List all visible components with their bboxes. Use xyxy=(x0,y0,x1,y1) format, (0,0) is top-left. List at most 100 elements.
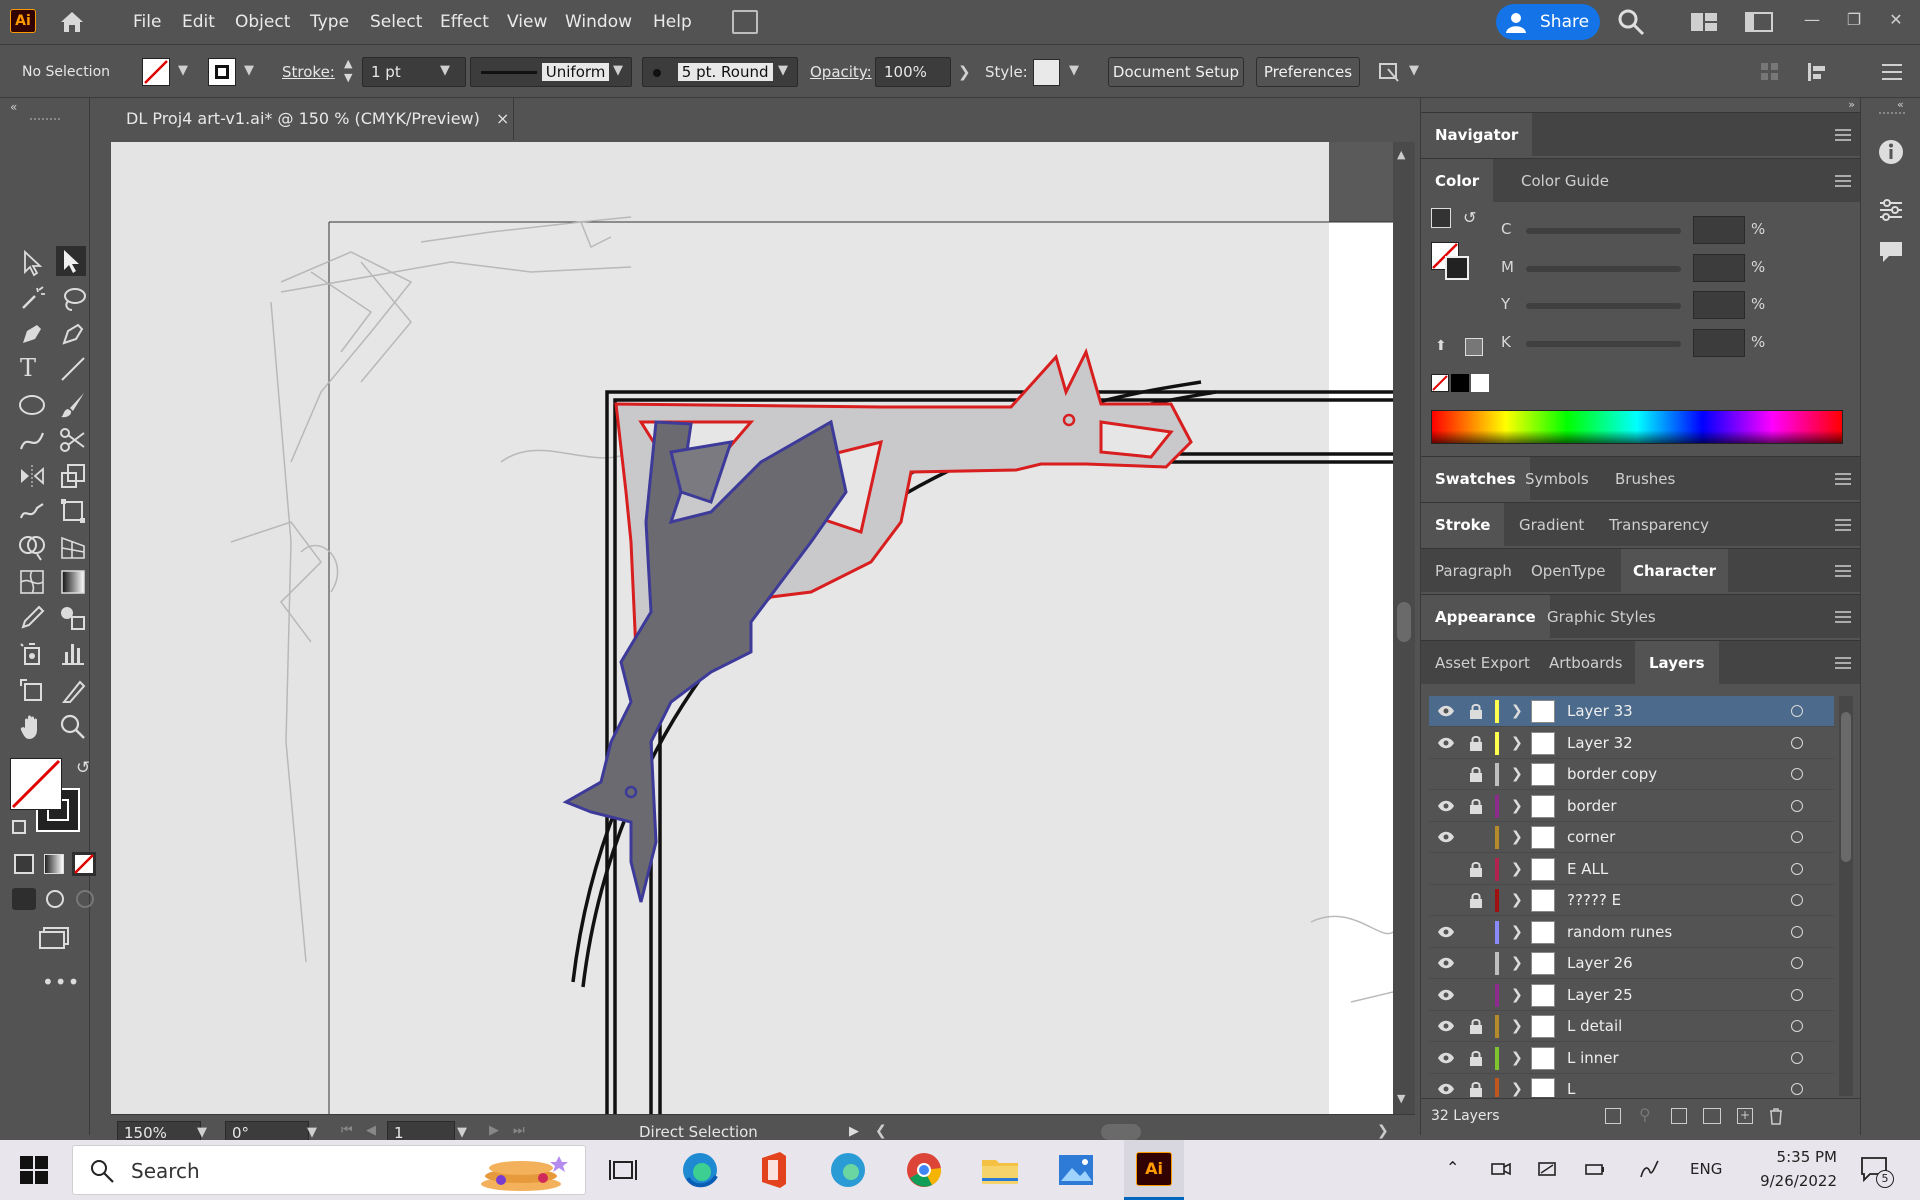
menu-effect[interactable]: Effect xyxy=(440,0,489,44)
zoom-chevron-icon[interactable]: ▼ xyxy=(197,1125,207,1140)
lasso-tool-icon[interactable] xyxy=(58,284,88,314)
lock-icon[interactable] xyxy=(1469,1081,1483,1097)
layer-name[interactable]: border copy xyxy=(1567,759,1657,790)
line-segment-tool-icon[interactable] xyxy=(58,354,88,384)
lock-icon[interactable] xyxy=(1469,892,1483,908)
appearance-menu-icon[interactable] xyxy=(1835,610,1851,624)
expand-layer-chevron-icon[interactable]: ❯ xyxy=(1511,1081,1523,1097)
artboard-chevron-icon[interactable]: ▼ xyxy=(457,1125,467,1140)
collapse-toolbar-icon[interactable]: « xyxy=(10,100,17,114)
layer-target-icon[interactable] xyxy=(1791,799,1803,812)
cmyk-y-input[interactable] xyxy=(1693,291,1745,319)
tab-gradient[interactable]: Gradient xyxy=(1507,503,1596,547)
horizontal-scroll-thumb[interactable] xyxy=(1101,1124,1141,1140)
visibility-eye-icon[interactable] xyxy=(1437,736,1455,750)
comments-icon[interactable] xyxy=(1877,238,1905,266)
hand-tool-icon[interactable] xyxy=(17,712,47,742)
shape-builder-tool-icon[interactable] xyxy=(17,532,47,562)
layers-scrollbar[interactable] xyxy=(1839,696,1853,1096)
artboard-tool-icon[interactable] xyxy=(17,676,47,706)
stroke-weight-input[interactable]: 1 pt xyxy=(362,57,466,87)
tab-character[interactable]: Character xyxy=(1621,549,1728,593)
restore-icon[interactable]: ❐ xyxy=(1842,8,1866,32)
expand-panels-icon[interactable]: « xyxy=(1897,98,1904,111)
tab-opentype[interactable]: OpenType xyxy=(1519,549,1618,593)
tab-graphic-styles[interactable]: Graphic Styles xyxy=(1535,595,1668,639)
mesh-tool-icon[interactable] xyxy=(17,567,47,597)
layer-row[interactable]: ❯ L xyxy=(1429,1074,1834,1097)
show-hidden-icons-chevron-icon[interactable]: ⌃ xyxy=(1446,1158,1459,1177)
align-objects-icon[interactable] xyxy=(1806,61,1832,83)
illustrator-taskbar-button[interactable]: Ai xyxy=(1124,1140,1184,1200)
stroke-swatch[interactable] xyxy=(208,58,236,86)
color-panel-stroke[interactable] xyxy=(1445,256,1469,280)
layer-name[interactable]: L detail xyxy=(1567,1011,1622,1042)
visibility-eye-icon[interactable] xyxy=(1437,1051,1455,1065)
color-spectrum[interactable] xyxy=(1431,410,1843,444)
close-document-icon[interactable]: × xyxy=(496,98,516,140)
layer-row[interactable]: ❯ Layer 25 xyxy=(1429,980,1834,1011)
adjustments-sliders-icon[interactable] xyxy=(1877,196,1905,224)
document-tab[interactable]: DL Proj4 art-v1.ai* @ 150 % (CMYK/Previe… xyxy=(104,98,514,140)
layer-target-icon[interactable] xyxy=(1791,862,1803,875)
meet-now-icon[interactable] xyxy=(1490,1158,1512,1180)
style-chevron-icon[interactable]: ▼ xyxy=(1069,63,1079,78)
expand-layer-chevron-icon[interactable]: ❯ xyxy=(1511,829,1523,845)
lock-icon[interactable] xyxy=(1469,703,1483,719)
paintbrush-tool-icon[interactable] xyxy=(58,390,88,420)
workspace-panel-icon[interactable] xyxy=(1745,12,1773,32)
layer-row[interactable]: ❯ L inner xyxy=(1429,1043,1834,1074)
lock-toggle[interactable] xyxy=(1469,829,1483,845)
artwork[interactable] xyxy=(111,142,1393,1114)
layer-target-icon[interactable] xyxy=(1791,831,1803,843)
layer-name[interactable]: L xyxy=(1567,1074,1575,1097)
vertical-scrollbar[interactable]: ▲ ▼ xyxy=(1393,142,1415,1114)
shaper-tool-icon[interactable] xyxy=(17,425,47,455)
pen-tool-icon[interactable] xyxy=(17,319,47,349)
chrome-icon[interactable] xyxy=(902,1148,946,1192)
menu-help[interactable]: Help xyxy=(653,0,692,44)
fill-dropdown-chevron-icon[interactable]: ▼ xyxy=(178,63,188,78)
visibility-toggle[interactable] xyxy=(1437,862,1455,876)
layer-row[interactable]: ❯ Layer 33 xyxy=(1429,696,1834,727)
menu-view[interactable]: View xyxy=(507,0,547,44)
visibility-toggle[interactable] xyxy=(1437,767,1455,781)
none-mode-button[interactable] xyxy=(72,852,96,876)
scroll-up-icon[interactable]: ▲ xyxy=(1397,148,1405,161)
gradient-tool-icon[interactable] xyxy=(58,567,88,597)
layer-target-icon[interactable] xyxy=(1791,1083,1803,1095)
layer-row[interactable]: ❯ Layer 26 xyxy=(1429,948,1834,979)
color-menu-icon[interactable] xyxy=(1835,174,1851,188)
windows-start-icon[interactable] xyxy=(20,1156,48,1184)
layer-name[interactable]: random runes xyxy=(1567,917,1672,948)
draw-normal-icon[interactable] xyxy=(12,888,36,910)
next-artboard-icon[interactable]: ▶ xyxy=(489,1123,499,1138)
layer-name[interactable]: E ALL xyxy=(1567,854,1608,885)
cmyk-c-slider[interactable] xyxy=(1526,228,1681,234)
visibility-eye-icon[interactable] xyxy=(1437,988,1455,1002)
taskbar-search-box[interactable]: Search xyxy=(72,1145,586,1195)
lock-icon[interactable] xyxy=(1469,1018,1483,1034)
symbol-sprayer-tool-icon[interactable] xyxy=(17,638,47,668)
selection-tool-icon[interactable] xyxy=(17,248,47,278)
layer-row[interactable]: ❯ E ALL xyxy=(1429,854,1834,885)
share-button[interactable]: Share xyxy=(1496,4,1600,40)
color-panel-default-icon[interactable] xyxy=(1431,208,1451,228)
cmyk-c-input[interactable] xyxy=(1693,216,1745,244)
cmyk-m-input[interactable] xyxy=(1693,254,1745,282)
scroll-left-icon[interactable]: ❮ xyxy=(875,1123,887,1139)
graphic-style-swatch[interactable] xyxy=(1033,59,1060,86)
curvature-tool-icon[interactable] xyxy=(58,319,88,349)
home-icon[interactable] xyxy=(58,10,86,34)
scroll-down-icon[interactable]: ▼ xyxy=(1397,1092,1405,1105)
layer-row[interactable]: ❯ border xyxy=(1429,791,1834,822)
expand-layer-chevron-icon[interactable]: ❯ xyxy=(1511,703,1523,719)
layer-name[interactable]: border xyxy=(1567,791,1617,822)
battery-icon[interactable] xyxy=(1584,1158,1606,1180)
free-transform-tool-icon[interactable] xyxy=(58,496,88,526)
scroll-right-icon[interactable]: ❯ xyxy=(1377,1123,1389,1139)
tab-symbols[interactable]: Symbols xyxy=(1513,457,1601,501)
layer-target-icon[interactable] xyxy=(1791,768,1803,780)
clock-time[interactable]: 5:35 PM xyxy=(1757,1148,1837,1166)
lock-toggle[interactable] xyxy=(1469,987,1483,1003)
